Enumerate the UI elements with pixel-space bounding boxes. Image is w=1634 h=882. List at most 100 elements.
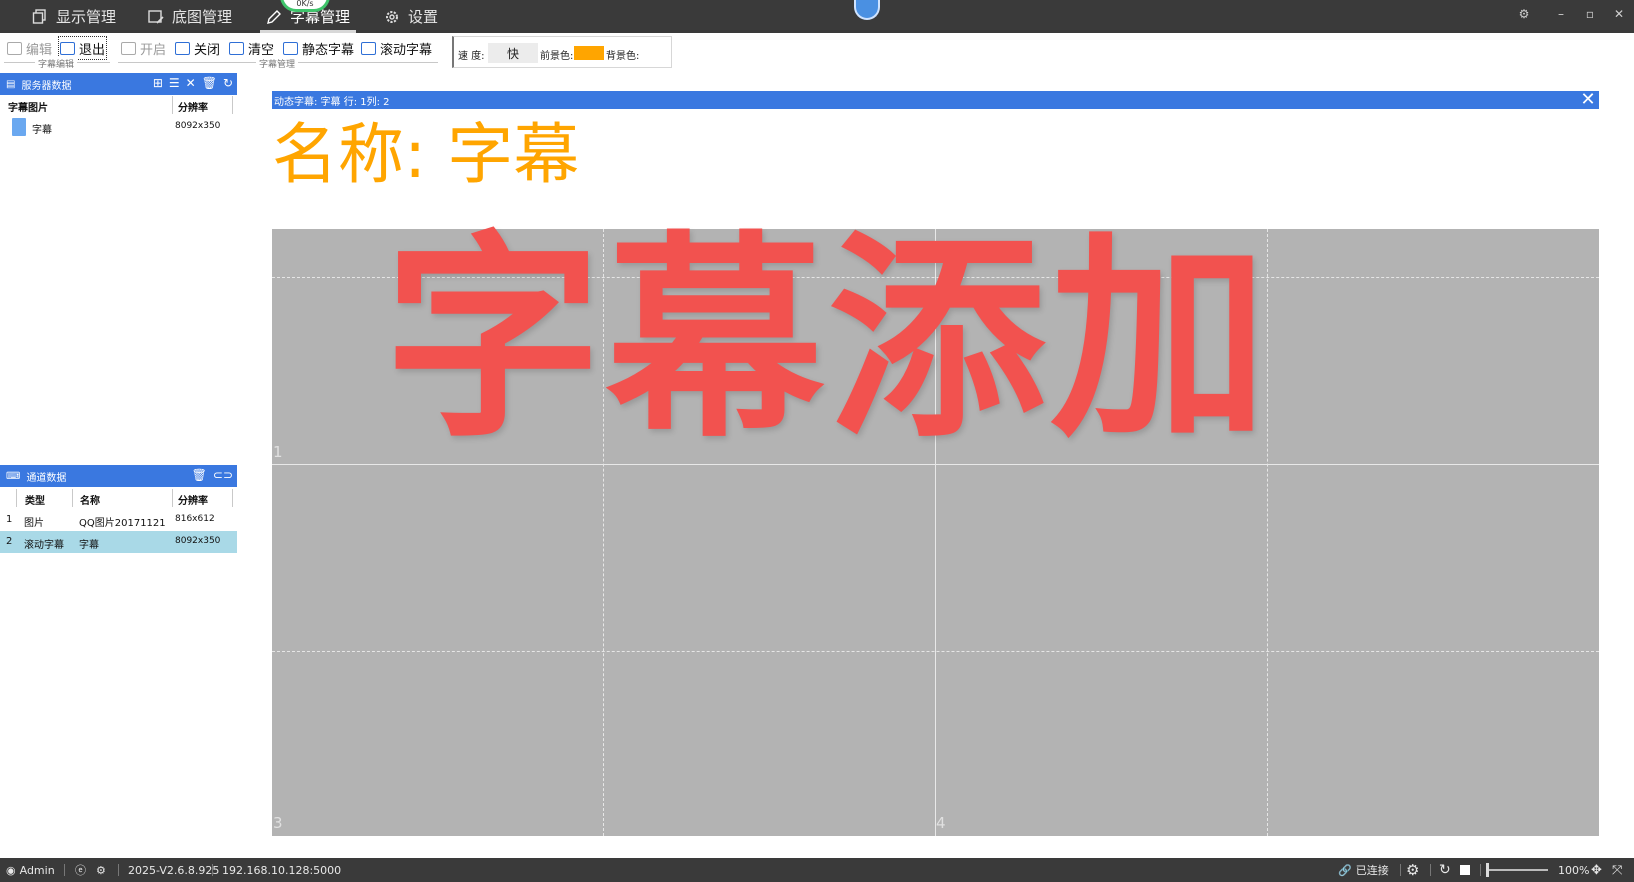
trash-icon[interactable]: 🗑 (202, 76, 217, 90)
column-divider (172, 96, 173, 114)
static-subtitle-icon (283, 41, 298, 55)
server-address: 192.168.10.128:5000 (222, 863, 342, 877)
file-icon (12, 118, 26, 136)
speed-label: 速 度: (458, 51, 485, 62)
settings-gear-icon[interactable]: ⚙ (1406, 858, 1419, 882)
close-doc-icon (175, 41, 190, 55)
user-icon: ◉ (6, 863, 16, 877)
resolution: 8092x350 (175, 121, 221, 131)
foreground-color-label: 前景色: (540, 51, 574, 62)
tab-label: 显示管理 (56, 8, 117, 26)
maximize-icon[interactable]: ▫ (1580, 4, 1600, 24)
edit-button[interactable]: 编辑 (7, 38, 52, 58)
open-button[interactable]: 开启 (121, 38, 166, 58)
subtitle-preview[interactable]: 名称: 字幕 (272, 109, 1599, 229)
tab-settings[interactable]: 设置 (384, 0, 438, 33)
fit-icon[interactable]: ✥ (1591, 858, 1602, 882)
background-color-label: 背景色: (606, 51, 640, 62)
subtitle-window-titlebar[interactable]: 动态字幕: 字幕 行: 1列: 2 ✕ (272, 91, 1599, 109)
minimize-icon[interactable]: – (1551, 4, 1571, 24)
clear-button[interactable]: 清空 (229, 38, 274, 58)
tab-label: 底图管理 (172, 8, 233, 26)
subtitle-name: 字幕 (32, 125, 52, 136)
table-row[interactable]: 字幕 8092x350 (0, 116, 237, 138)
stop-icon[interactable] (1460, 858, 1470, 882)
close-button[interactable]: 关闭 (175, 38, 220, 58)
tab-label: 设置 (408, 8, 439, 26)
row-resolution: 816x612 (175, 514, 215, 524)
user-name: Admin (19, 863, 55, 877)
tab-base-image-management[interactable]: 底图管理 (148, 0, 232, 33)
foreground-color-swatch[interactable] (574, 46, 604, 60)
clear-icon (229, 41, 244, 55)
grid-line (272, 651, 1599, 652)
close-icon[interactable]: ✕ (186, 76, 196, 90)
column-divider (172, 489, 173, 507)
row-index: 2 (6, 536, 13, 547)
edit-list-icon[interactable]: ☰ (169, 76, 180, 90)
channel-table-header: 类型 名称 分辨率 (0, 489, 237, 507)
channel-data-title: 通道数据 (26, 472, 67, 484)
zoom-level: 100% (1558, 863, 1590, 877)
row-type: 图片 (24, 518, 44, 529)
server-table-header: 字幕图片 分辨率 (0, 96, 237, 114)
column-divider (16, 489, 17, 507)
tab-display-management[interactable]: 显示管理 (32, 0, 116, 33)
gear-icon[interactable]: ⚙ (96, 858, 106, 882)
scroll-subtitle-button[interactable]: 滚动字幕 (361, 38, 432, 58)
refresh-icon[interactable]: ↻ (223, 76, 233, 90)
column-divider (232, 489, 233, 507)
screen-number: 1 (273, 443, 283, 461)
status-divider (1400, 864, 1401, 876)
group-label-subtitle-edit: 字幕编辑 (35, 57, 78, 70)
clear-label: 清空 (248, 42, 275, 58)
refresh-icon[interactable]: ↻ (1439, 858, 1451, 882)
column-header: 分辨率 (178, 496, 208, 507)
image-edit-icon (148, 9, 164, 24)
browser-icon[interactable]: ⓔ (75, 858, 86, 882)
exit-button[interactable]: 退出 (57, 36, 108, 60)
floating-ball-icon[interactable] (854, 0, 880, 20)
subtitle-window-title: 动态字幕: 字幕 行: 1列: 2 (274, 96, 390, 108)
edit-label: 编辑 (26, 42, 53, 58)
version-text: 2025-V2.6.8.925 (128, 863, 220, 877)
column-divider (232, 96, 233, 114)
fullscreen-icon[interactable]: ⤧ (1612, 858, 1622, 882)
channel-data-header: ⌨ 通道数据 🗑 ⊂⊃ (0, 465, 237, 487)
display-editor: 动态字幕: 字幕 行: 1列: 2 ✕ 名称: 字幕 1 3 4 字幕添加 (272, 91, 1599, 836)
top-tab-bar: 显示管理 底图管理 字幕管理 设置 0K/s ⚙ – ▫ ✕ (0, 0, 1634, 33)
exit-icon (60, 41, 75, 55)
toolbar: 编辑 退出 字幕编辑 开启 关闭 清空 静态字幕 滚动字幕 字幕管理 速 度: … (0, 33, 1634, 70)
toggle-icon[interactable]: ⊂⊃ (213, 468, 233, 482)
close-window-icon[interactable]: ✕ (1609, 4, 1629, 24)
edit-icon (7, 41, 22, 55)
row-name: QQ图片20171121 (79, 518, 166, 529)
subtitle-text: 名称: 字幕 (272, 116, 580, 193)
status-divider (64, 864, 65, 876)
row-resolution: 8092x350 (175, 536, 221, 546)
close-icon[interactable]: ✕ (1579, 91, 1597, 109)
link-icon: 🔗 (1338, 863, 1352, 877)
status-divider (118, 864, 119, 876)
static-subtitle-button[interactable]: 静态字幕 (283, 38, 354, 58)
settings-gear-icon[interactable]: ⚙ (1514, 4, 1534, 24)
speed-select[interactable]: 快 (488, 43, 538, 63)
gear-icon (386, 10, 398, 23)
zoom-slider-thumb[interactable] (1486, 863, 1489, 877)
status-divider (1430, 864, 1431, 876)
zoom-slider-track[interactable] (1488, 869, 1548, 871)
column-divider (72, 489, 73, 507)
static-subtitle-label: 静态字幕 (302, 42, 355, 58)
table-row[interactable]: 1 图片 QQ图片20171121 816x612 (0, 509, 237, 531)
add-icon[interactable]: ⊞ (153, 76, 163, 90)
user-indicator[interactable]: ◉ Admin (6, 858, 55, 882)
screen-number: 3 (273, 814, 283, 832)
row-type: 滚动字幕 (24, 540, 64, 551)
trash-icon[interactable]: 🗑 (192, 468, 207, 482)
open-label: 开启 (140, 42, 167, 58)
table-row[interactable]: 2 滚动字幕 字幕 8092x350 (0, 531, 237, 553)
group-label-subtitle-management: 字幕管理 (256, 57, 299, 70)
column-header: 字幕图片 (8, 103, 48, 114)
speed-value: 快 (506, 46, 519, 61)
pen-icon (267, 9, 281, 24)
